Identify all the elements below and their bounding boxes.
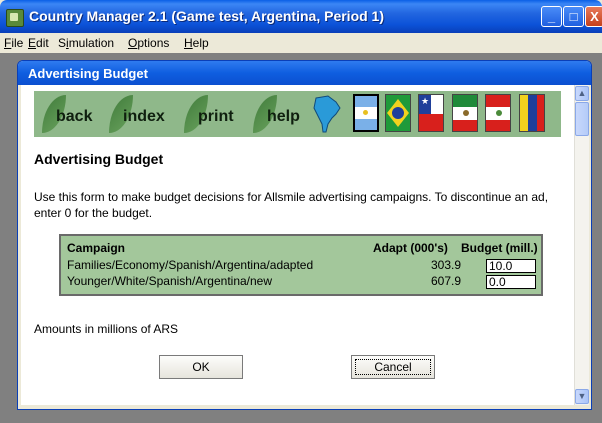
dialog-title-bar[interactable]: Advertising Budget xyxy=(18,61,591,85)
scroll-thumb[interactable] xyxy=(575,102,589,136)
header-budget: Budget (mill.) xyxy=(461,241,538,255)
help-label: help xyxy=(267,108,300,125)
ok-button[interactable]: OK xyxy=(159,355,243,379)
flag-peru-icon[interactable] xyxy=(485,94,511,132)
flag-brazil-icon[interactable] xyxy=(385,94,411,132)
row-2-budget-input[interactable]: 0.0 xyxy=(486,275,536,289)
row-1-budget-input[interactable]: 10.0 xyxy=(486,259,536,273)
close-button[interactable]: X xyxy=(585,6,602,27)
index-label: index xyxy=(123,108,165,125)
currency-note: Amounts in millions of ARS xyxy=(34,322,179,336)
intro-text: Use this form to make budget decisions f… xyxy=(34,190,549,220)
flag-venezuela-icon[interactable] xyxy=(519,94,545,132)
menu-file[interactable]: File xyxy=(4,36,23,50)
index-button[interactable]: index xyxy=(109,95,179,133)
page-heading: Advertising Budget xyxy=(34,151,164,167)
dialog-title: Advertising Budget xyxy=(28,66,148,81)
scroll-up-icon[interactable]: ▲ xyxy=(575,86,589,101)
flag-mexico-icon[interactable] xyxy=(452,94,478,132)
menu-bar: File Edit Simulation Options Help xyxy=(0,33,602,53)
row-1-adapt: 303.9 xyxy=(430,258,461,272)
menu-edit[interactable]: Edit xyxy=(28,36,49,50)
menu-options[interactable]: Options xyxy=(128,36,169,50)
back-button[interactable]: back xyxy=(42,95,104,133)
window-title: Country Manager 2.1 (Game test, Argentin… xyxy=(29,8,385,24)
menu-help[interactable]: Help xyxy=(184,36,209,50)
nav-toolbar: back index print help ★ xyxy=(34,91,561,137)
advertising-budget-dialog: Advertising Budget back index print help xyxy=(17,60,592,410)
vertical-scrollbar[interactable]: ▲ ▼ xyxy=(574,85,589,405)
back-label: back xyxy=(56,108,93,125)
print-button[interactable]: print xyxy=(184,95,246,133)
dialog-content: back index print help ★ Advertising Budg… xyxy=(21,85,589,405)
window-title-bar[interactable]: Country Manager 2.1 (Game test, Argentin… xyxy=(0,0,602,33)
app-icon[interactable] xyxy=(6,9,24,27)
menu-simulation[interactable]: Simulation xyxy=(58,36,114,50)
minimize-button[interactable]: _ xyxy=(541,6,562,27)
cancel-button[interactable]: Cancel xyxy=(351,355,435,379)
header-adapt: Adapt (000's) xyxy=(373,241,448,255)
south-america-map-icon[interactable] xyxy=(306,94,346,134)
header-campaign: Campaign xyxy=(67,241,126,255)
row-2-adapt: 607.9 xyxy=(430,274,461,288)
scroll-down-icon[interactable]: ▼ xyxy=(575,389,589,404)
maximize-button[interactable]: □ xyxy=(563,6,584,27)
help-button[interactable]: help xyxy=(253,95,309,133)
flag-chile-icon[interactable]: ★ xyxy=(418,94,444,132)
flag-argentina-icon[interactable] xyxy=(353,94,379,132)
print-label: print xyxy=(198,108,234,125)
row-1-campaign: Families/Economy/Spanish/Argentina/adapt… xyxy=(67,258,314,272)
row-2-campaign: Younger/White/Spanish/Argentina/new xyxy=(67,274,273,288)
campaign-table: Campaign Adapt (000's) Budget (mill.) Fa… xyxy=(59,234,543,296)
